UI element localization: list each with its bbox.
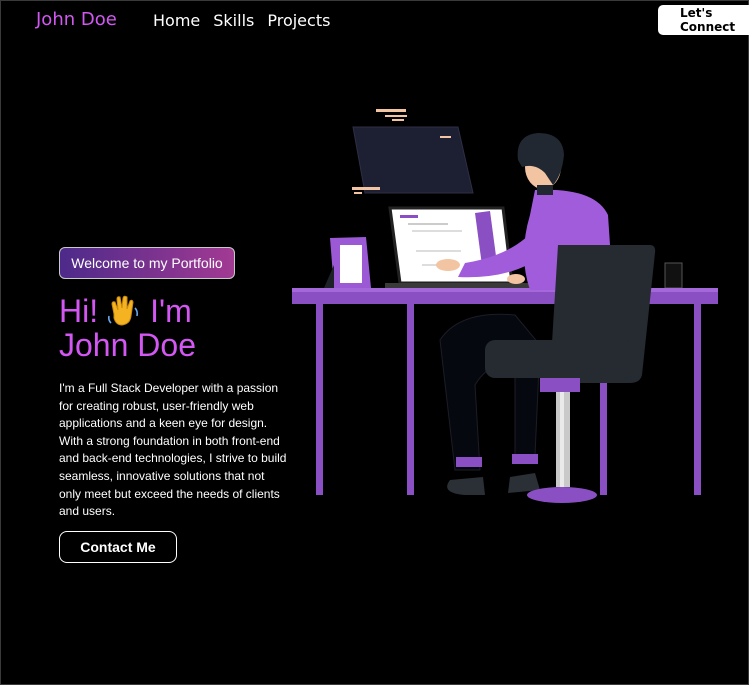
nav-projects[interactable]: Projects <box>267 11 330 30</box>
contact-me-button[interactable]: Contact Me <box>59 531 177 563</box>
nav-skills[interactable]: Skills <box>213 11 254 30</box>
welcome-badge: Welcome to my Portfolio <box>59 247 235 279</box>
hero-name: John Doe <box>59 327 196 363</box>
waving-hand-icon <box>106 294 142 328</box>
greeting-hi: Hi! <box>59 293 99 329</box>
main-nav: Home Skills Projects <box>153 11 330 30</box>
bio-text: I'm a Full Stack Developer with a passio… <box>59 381 287 519</box>
nav-home[interactable]: Home <box>153 11 200 30</box>
site-logo[interactable]: John Doe <box>36 9 117 30</box>
lets-connect-button[interactable]: Let's Connect <box>658 5 749 35</box>
hero-heading: Hi! I'm John Doe <box>59 294 196 362</box>
greeting-im: I'm <box>150 293 192 329</box>
developer-illustration <box>292 109 718 503</box>
